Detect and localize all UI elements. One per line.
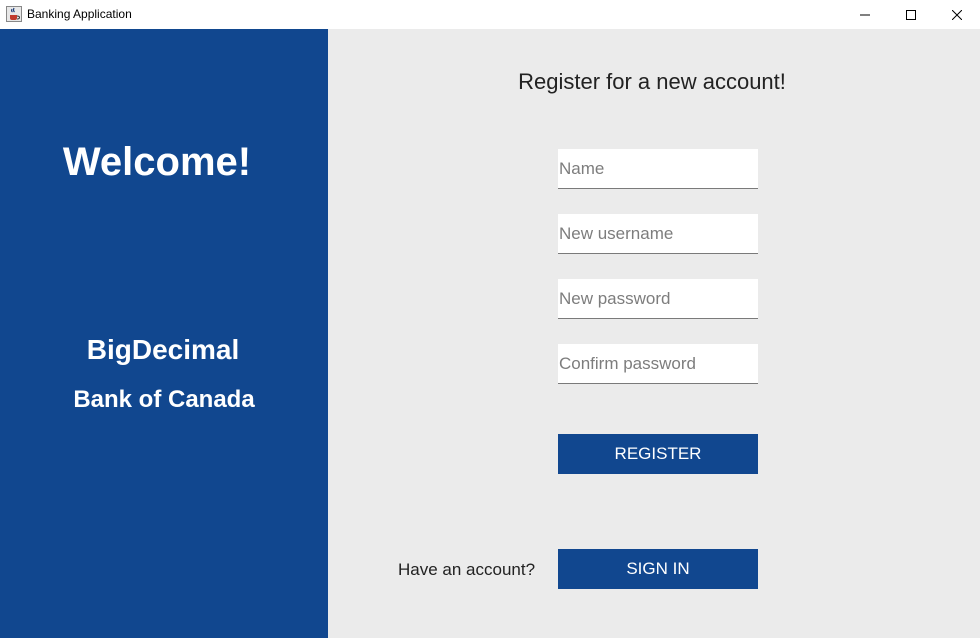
register-button[interactable]: REGISTER	[558, 434, 758, 474]
window-title: Banking Application	[27, 7, 132, 21]
welcome-panel: Welcome! BigDecimal Bank of Canada	[0, 29, 328, 638]
bank-name-line1: BigDecimal	[86, 334, 240, 365]
form-title: Register for a new account!	[518, 69, 786, 94]
minimize-button[interactable]	[842, 0, 888, 29]
confirm-password-input[interactable]	[558, 344, 758, 384]
registration-panel: Register for a new account! REGISTER Hav…	[328, 29, 980, 638]
java-cup-icon	[6, 6, 22, 22]
username-input[interactable]	[558, 214, 758, 254]
welcome-heading: Welcome!	[62, 140, 252, 184]
window-titlebar: Banking Application	[0, 0, 980, 29]
name-input[interactable]	[558, 149, 758, 189]
password-input[interactable]	[558, 279, 758, 319]
minimize-icon	[860, 14, 870, 15]
bank-name-line2: Bank of Canada	[73, 386, 255, 413]
sign-in-button[interactable]: SIGN IN	[558, 549, 758, 589]
have-account-label: Have an account?	[398, 560, 536, 579]
close-button[interactable]	[934, 0, 980, 29]
maximize-button[interactable]	[888, 0, 934, 29]
maximize-icon	[906, 9, 916, 20]
close-icon	[952, 9, 962, 20]
